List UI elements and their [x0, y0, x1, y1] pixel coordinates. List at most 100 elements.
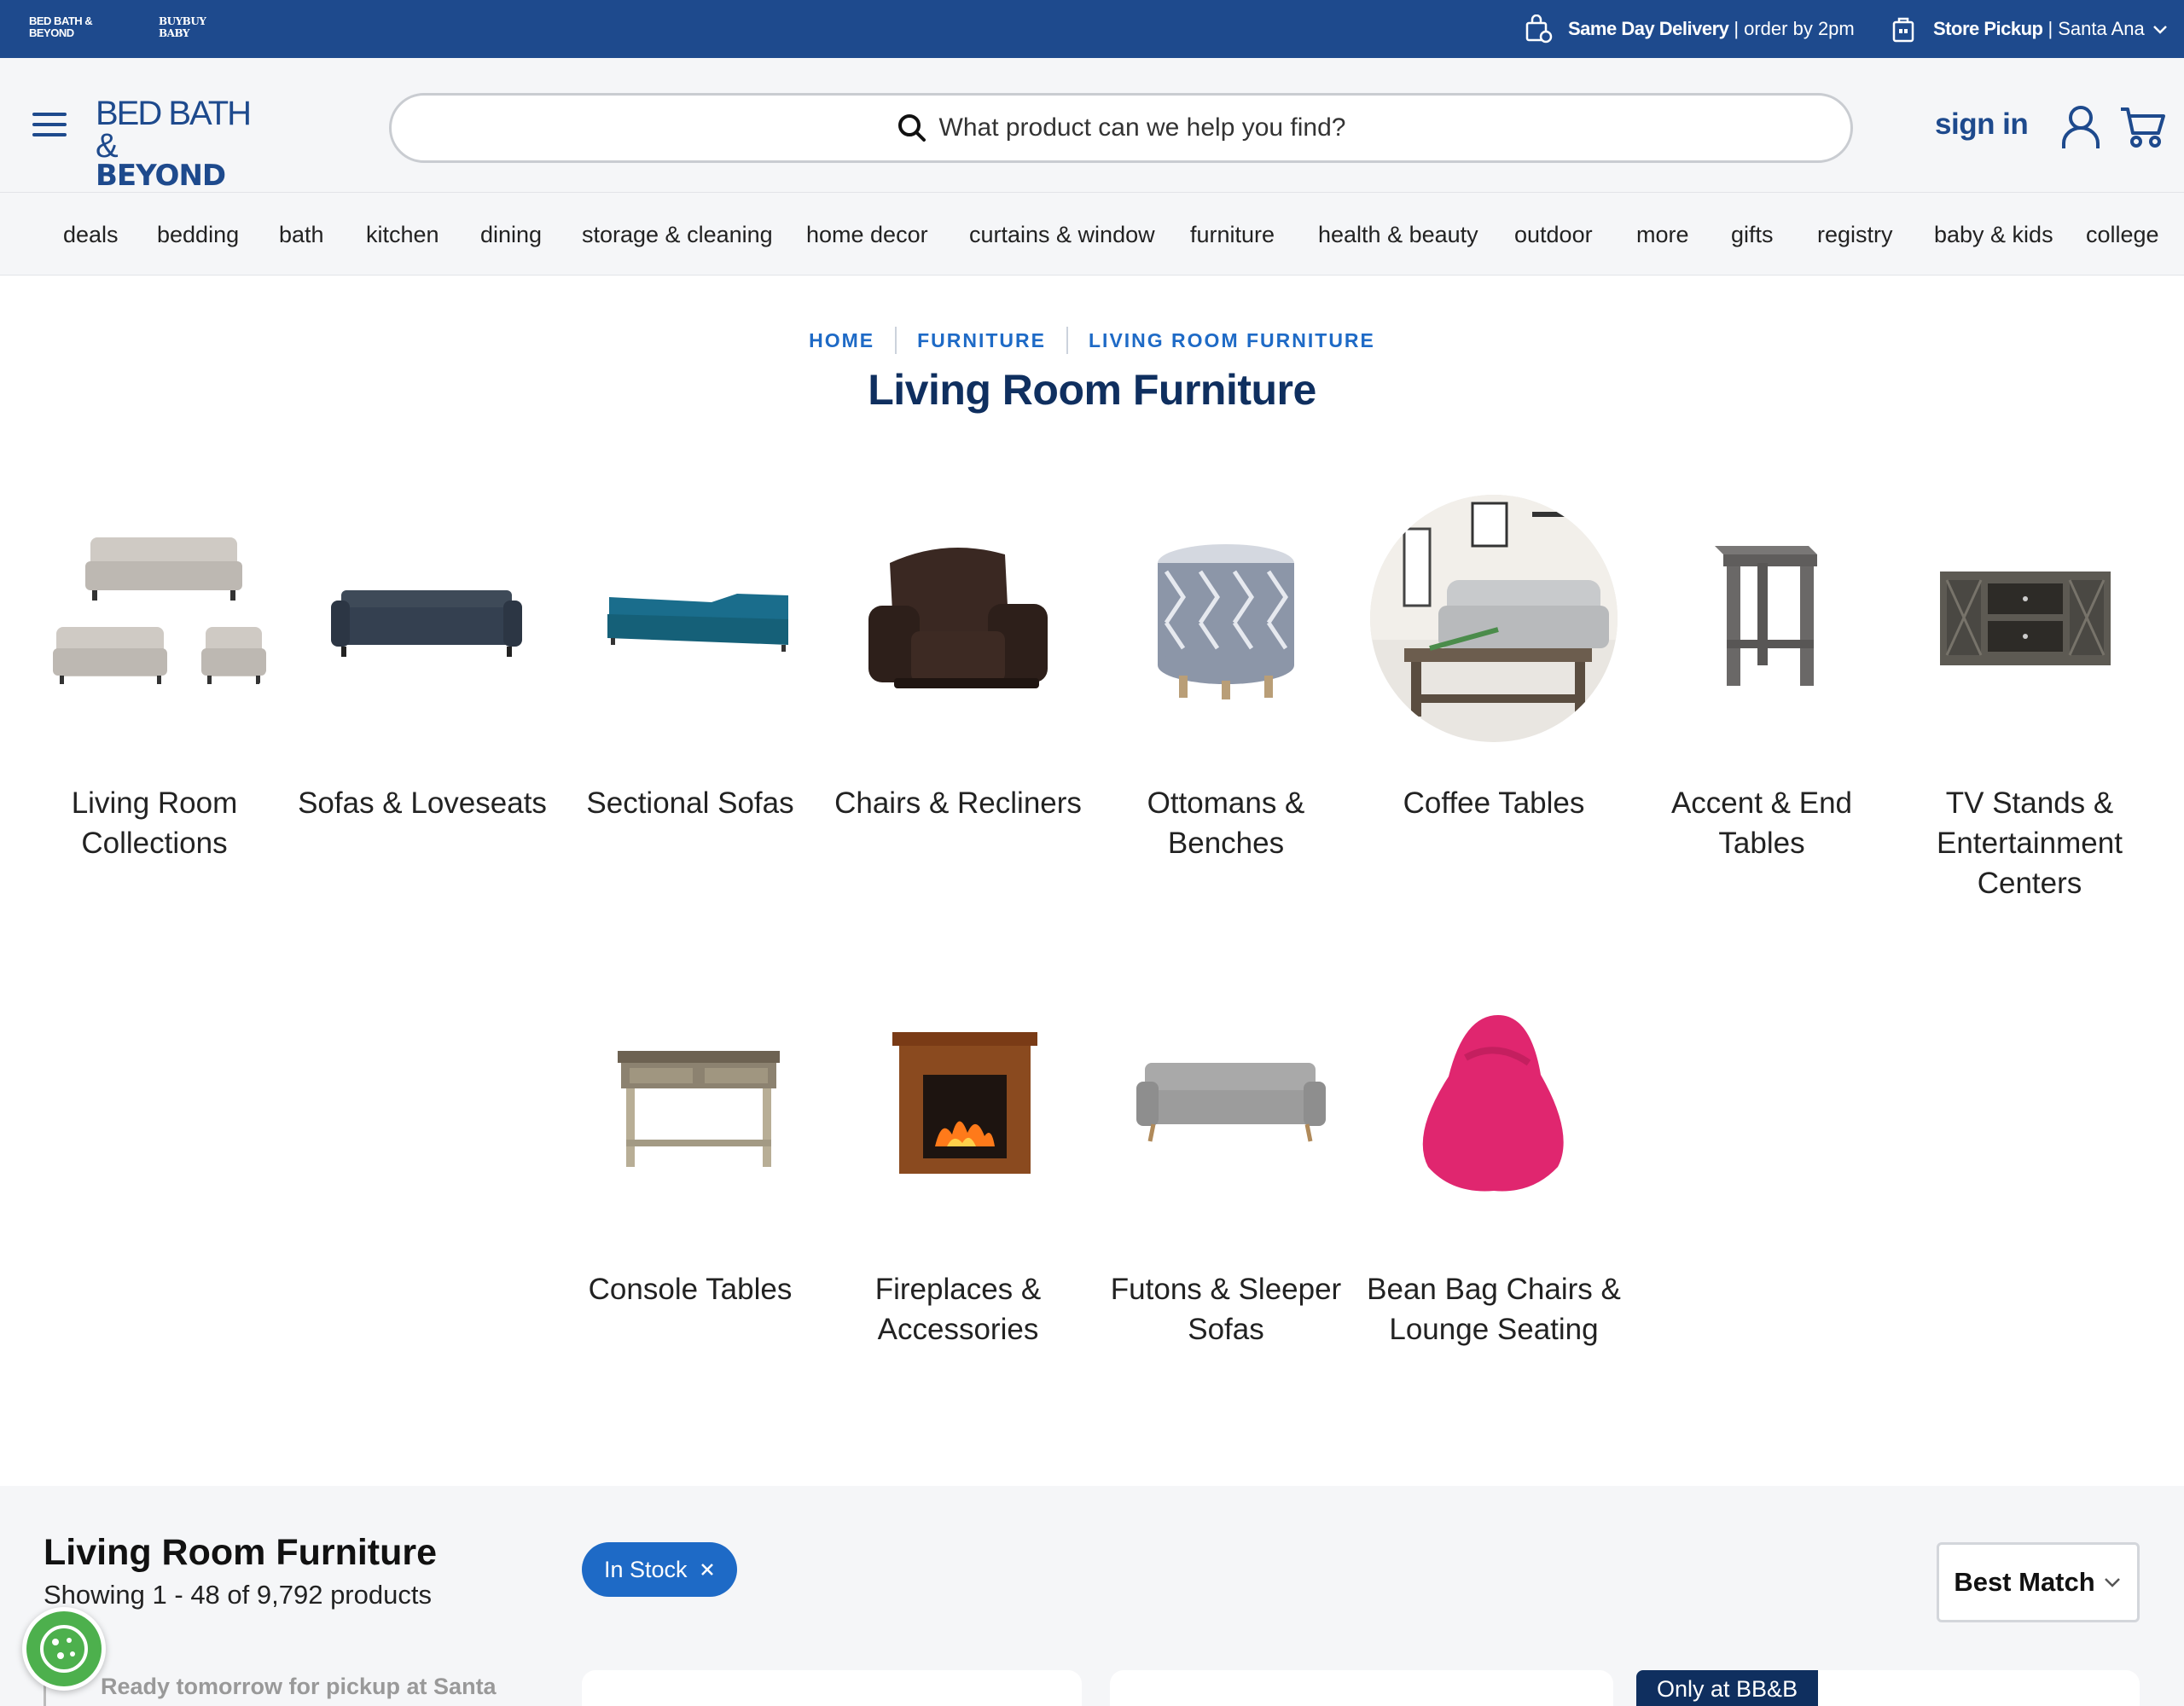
ottoman-icon [1102, 495, 1350, 742]
bbb-brand-link[interactable]: BED BATH & BEYOND [29, 15, 101, 39]
cookie-settings-button[interactable] [22, 1607, 106, 1691]
breadcrumb-divider [895, 327, 897, 354]
account-icon[interactable] [2059, 104, 2102, 150]
sofa-set-icon [31, 495, 278, 742]
sectional-sofa-icon [566, 495, 814, 742]
pickup-label-bold: Store Pickup [1933, 18, 2043, 39]
nav-item-health-beauty[interactable]: health & beauty [1318, 193, 1478, 275]
logo-line-2: BEYOND [96, 159, 226, 193]
nav-item-outdoor[interactable]: outdoor [1514, 193, 1593, 275]
listing-title: Living Room Furniture [44, 1532, 438, 1573]
buybuy-baby-brand-link[interactable]: buybuy BABY [159, 15, 206, 39]
category-sofas-loveseats[interactable]: Sofas & Loveseats [294, 495, 550, 823]
category-fireplaces[interactable]: Fireplaces & Accessories [830, 981, 1086, 1349]
category-tv-stands[interactable]: TV Stands & Entertainment Centers [1902, 495, 2158, 903]
category-console-tables[interactable]: Console Tables [562, 981, 818, 1309]
category-nav: deals bedding bath kitchen dining storag… [0, 192, 2184, 276]
category-label: Accent & End Tables [1670, 786, 1853, 860]
bbb-logo[interactable]: BED BATH & BEYOND [96, 96, 275, 190]
pickup-store-name: Santa Ana [2058, 18, 2145, 39]
breadcrumb-living-room-furniture[interactable]: LIVING ROOM FURNITURE [1089, 329, 1375, 352]
filter-chip-label: In Stock [604, 1556, 688, 1582]
top-utility-bar: BED BATH & BEYOND buybuy BABY Same Day D… [0, 0, 2184, 58]
nav-item-kitchen[interactable]: kitchen [366, 193, 439, 275]
close-icon[interactable] [700, 1562, 715, 1577]
page-title: Living Room Furniture [868, 366, 1316, 414]
breadcrumb: HOME FURNITURE LIVING ROOM FURNITURE [0, 325, 2184, 356]
chevron-down-icon [2152, 26, 2167, 34]
store-pickup-selector[interactable]: Store Pickup | Santa Ana [1889, 0, 2169, 58]
nav-item-registry[interactable]: registry [1817, 193, 1893, 275]
pickup-separator: | [2048, 18, 2053, 39]
category-chairs-recliners[interactable]: Chairs & Recliners [830, 495, 1086, 823]
console-table-icon [566, 981, 814, 1228]
category-label: Chairs & Recliners [834, 786, 1082, 820]
nav-item-gifts[interactable]: gifts [1731, 193, 1774, 275]
breadcrumb-furniture[interactable]: FURNITURE [917, 329, 1046, 352]
category-coffee-tables[interactable]: Coffee Tables [1366, 495, 1622, 823]
hamburger-menu-icon[interactable] [29, 107, 70, 142]
category-bean-bags[interactable]: Bean Bag Chairs & Lounge Seating [1366, 981, 1622, 1349]
chevron-down-icon [2104, 1578, 2120, 1587]
futon-icon [1102, 981, 1350, 1228]
end-table-icon [1638, 495, 1885, 742]
nav-item-college[interactable]: college [2086, 193, 2159, 275]
category-ottomans-benches[interactable]: Ottomans & Benches [1098, 495, 1354, 863]
nav-item-home-decor[interactable]: home decor [806, 193, 928, 275]
recliner-icon [834, 495, 1082, 742]
coffee-table-icon [1370, 495, 1618, 742]
store-bag-icon [1892, 17, 1914, 43]
breadcrumb-divider [1066, 327, 1068, 354]
breadcrumb-home[interactable]: HOME [809, 329, 874, 352]
nav-item-dining[interactable]: dining [480, 193, 542, 275]
category-label: Console Tables [588, 1273, 793, 1306]
product-card[interactable] [1110, 1670, 1613, 1706]
nav-item-baby-kids[interactable]: baby & kids [1934, 193, 2053, 275]
bean-bag-icon [1370, 981, 1618, 1228]
sort-dropdown[interactable]: Best Match [1937, 1542, 2140, 1622]
category-label: TV Stands & Entertainment Centers [1937, 786, 2123, 900]
pickup-availability-text: Ready tomorrow for pickup at Santa [44, 1674, 538, 1706]
search-placeholder: What product can we help you find? [938, 113, 1346, 142]
nav-item-more[interactable]: more [1636, 193, 1689, 275]
delivery-bag-icon [1525, 15, 1553, 44]
search-input[interactable]: What product can we help you find? [389, 93, 1853, 163]
nav-item-bath[interactable]: bath [279, 193, 324, 275]
listing-count: Showing 1 - 48 of 9,792 products [44, 1580, 432, 1610]
nav-item-furniture[interactable]: furniture [1190, 193, 1275, 275]
logo-line-1: BED BATH & [96, 95, 252, 165]
category-label: Futons & Sleeper Sofas [1110, 1273, 1342, 1346]
cookie-icon [40, 1625, 88, 1673]
category-living-room-collections[interactable]: Living Room Collections [26, 495, 282, 863]
nav-item-storage-cleaning[interactable]: storage & cleaning [582, 193, 773, 275]
nav-item-deals[interactable]: deals [63, 193, 119, 275]
product-listing-section: Living Room Furniture Showing 1 - 48 of … [0, 1486, 2184, 1706]
same-day-delivery-link[interactable]: Same Day Delivery | order by 2pm [1524, 0, 1855, 58]
delivery-label-rest: order by 2pm [1744, 18, 1855, 39]
category-label: Coffee Tables [1403, 786, 1585, 820]
category-label: Sectional Sofas [586, 786, 794, 820]
delivery-label-bold: Same Day Delivery [1568, 18, 1729, 39]
delivery-separator: | [1734, 18, 1740, 39]
sort-label: Best Match [1954, 1567, 2095, 1597]
filter-chip-in-stock[interactable]: In Stock [582, 1542, 737, 1597]
category-accent-end-tables[interactable]: Accent & End Tables [1634, 495, 1890, 863]
nav-item-curtains-window[interactable]: curtains & window [969, 193, 1155, 275]
nav-item-bedding[interactable]: bedding [157, 193, 239, 275]
main-header: BED BATH & BEYOND What product can we he… [0, 58, 2184, 192]
exclusive-badge: Only at BB&B [1636, 1670, 1819, 1706]
category-label: Ottomans & Benches [1147, 786, 1305, 860]
sofa-icon [299, 495, 546, 742]
search-icon [897, 114, 926, 142]
product-card[interactable] [582, 1670, 1082, 1706]
sign-in-link[interactable]: sign in [1935, 107, 2029, 147]
category-label: Fireplaces & Accessories [874, 1273, 1042, 1346]
category-label: Living Room Collections [71, 786, 238, 860]
category-label: Bean Bag Chairs & Lounge Seating [1367, 1273, 1621, 1346]
cart-icon[interactable] [2119, 104, 2167, 150]
category-sectional-sofas[interactable]: Sectional Sofas [562, 495, 818, 823]
fireplace-icon [834, 981, 1082, 1228]
tv-stand-icon [1906, 495, 2153, 742]
category-label: Sofas & Loveseats [298, 786, 547, 820]
category-futons[interactable]: Futons & Sleeper Sofas [1098, 981, 1354, 1349]
